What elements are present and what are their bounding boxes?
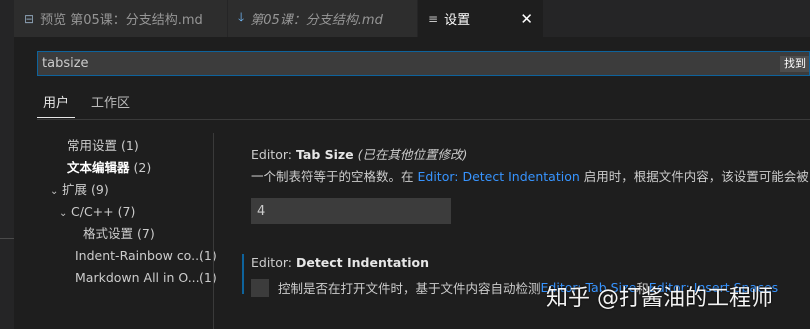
setting-title: Editor: Tab Size (已在其他位置修改) (251, 146, 809, 164)
toc-label: 格式设置 (83, 226, 134, 241)
close-icon[interactable]: ✕ (520, 10, 533, 28)
toc-count: (9) (91, 182, 109, 197)
setting-category: Editor: (251, 255, 296, 270)
desc-text: 启用时，根据文件内容，该设置可能会被 (579, 169, 809, 184)
activity-divider (0, 238, 14, 239)
setting-name: Detect Indentation (295, 255, 430, 270)
toc-label: 扩展 (62, 182, 88, 197)
tab-size-input[interactable] (251, 198, 451, 224)
markdown-down-arrow-icon: 🡓 (238, 10, 245, 24)
tab-markdown-file[interactable]: 🡓 第05课：分支结构.md (228, 0, 418, 37)
settings-search-box: 找到 (37, 51, 810, 76)
search-input[interactable] (38, 52, 778, 75)
tab-label: 预览 第05课：分支结构.md (40, 13, 203, 28)
tab-preview[interactable]: ⊟ 预览 第05课：分支结构.md (14, 0, 228, 37)
toc-count: (1) (121, 138, 139, 153)
toc-item-indent-rainbow[interactable]: Indent-Rainbow co... (1) (75, 246, 217, 266)
toc-label: Markdown All in O... (75, 270, 200, 285)
toc-item-markdown-all-in-one[interactable]: Markdown All in O... (1) (75, 268, 217, 288)
preview-icon: ⊟ (24, 11, 35, 26)
chevron-down-icon: ⌄ (50, 186, 59, 197)
toc-item-common[interactable]: 常用设置 (1) (67, 136, 139, 156)
toc-item-text-editor[interactable]: 文本编辑器 (2) (67, 158, 151, 178)
activity-bar (0, 0, 14, 329)
tab-label: 设置 (444, 13, 471, 28)
toc-count: (1) (199, 248, 217, 263)
chevron-down-icon: ⌄ (59, 208, 68, 219)
toc-count: (1) (199, 270, 217, 285)
toc-label: C/C++ (71, 204, 114, 219)
toc-count: (7) (117, 204, 136, 219)
toc-count: (7) (137, 226, 155, 241)
desc-text: 一个制表符等于的空格数。在 (251, 169, 418, 184)
tab-label: 第05课：分支结构.md (250, 13, 383, 28)
toc-item-extensions[interactable]: ⌄ 扩展 (9) (50, 180, 109, 200)
tab-settings[interactable]: ≡ 设置 ✕ (418, 0, 544, 37)
toc-item-formatting[interactable]: 格式设置 (7) (83, 224, 155, 244)
detect-indentation-link[interactable]: Editor: Detect Indentation (417, 169, 579, 184)
setting-name: Tab Size (295, 147, 354, 162)
setting-title: Editor: Detect Indentation (251, 254, 778, 272)
desc-text: 控制是否在打开文件时，基于文件内容自动检测 (278, 281, 541, 296)
focused-setting-indicator (242, 254, 244, 294)
toc-item-cpp[interactable]: ⌄ C/C++ (7) (59, 202, 135, 222)
toc-label: 常用设置 (67, 138, 118, 153)
toc-divider (213, 133, 214, 329)
toc-count: (2) (133, 160, 152, 175)
setting-tab-size: Editor: Tab Size (已在其他位置修改) 一个制表符等于的空格数。… (251, 146, 809, 224)
search-result-badge: 找到 (780, 56, 809, 72)
setting-description: 一个制表符等于的空格数。在 Editor: Detect Indentation… (251, 168, 809, 186)
settings-lines-icon: ≡ (428, 11, 439, 26)
toc-label: 文本编辑器 (67, 160, 130, 175)
tab-workspace[interactable]: 工作区 (85, 94, 136, 118)
modified-elsewhere-note[interactable]: (已在其他位置修改) (358, 147, 468, 162)
watermark: 知乎 @打酱油的工程师 (546, 286, 773, 311)
detect-indentation-checkbox[interactable] (251, 278, 269, 297)
settings-scope-tabs: 用户 工作区 (37, 94, 146, 118)
editor-tab-bar: ⊟ 预览 第05课：分支结构.md 🡓 第05课：分支结构.md ≡ 设置 ✕ (14, 0, 810, 37)
scope-divider (37, 119, 810, 120)
tab-user[interactable]: 用户 (37, 94, 76, 118)
setting-category: Editor: (251, 147, 296, 162)
toc-label: Indent-Rainbow co... (75, 248, 204, 263)
